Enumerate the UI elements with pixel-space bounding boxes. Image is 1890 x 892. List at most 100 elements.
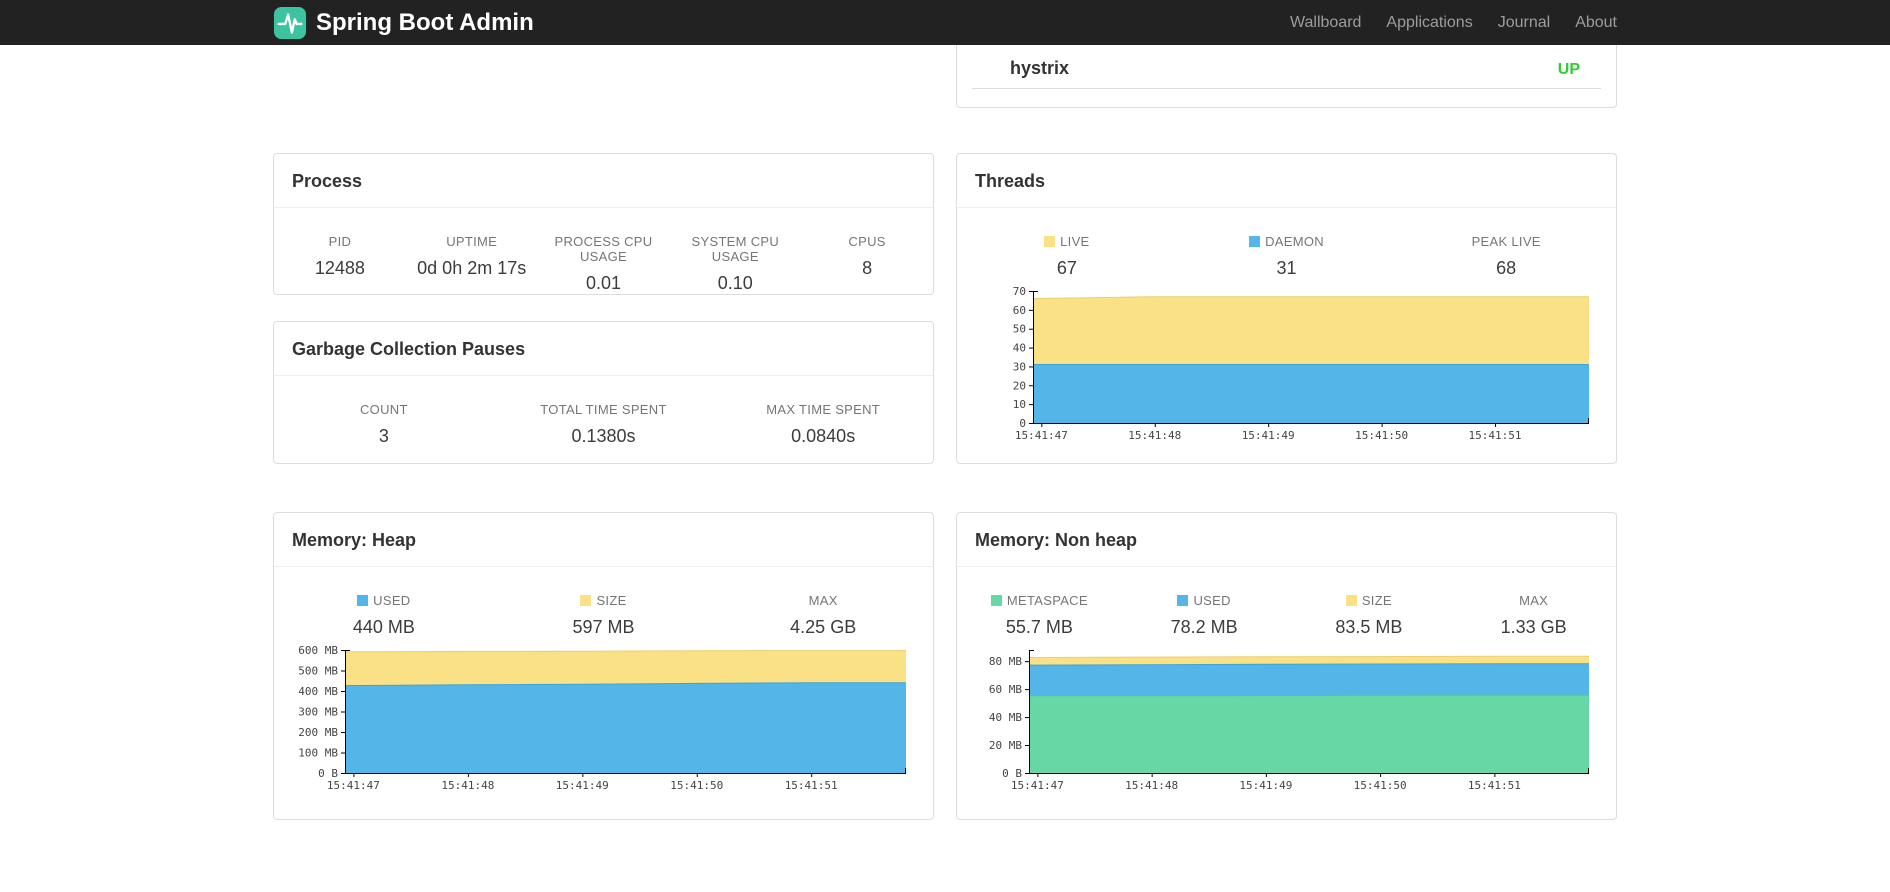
heap-legend: USED 440 MB SIZE 597 MB MAX 4.25 GB <box>274 567 933 638</box>
threads-chart: 0 10 20 30 40 50 60 70 15:41:47 15:41:48 15:41:49 1… <box>971 285 1602 445</box>
navbar: Spring Boot Admin Wallboard Applications… <box>0 0 1890 45</box>
stat-label: PROCESS CPU USAGE <box>554 234 653 264</box>
stat-value: 12488 <box>314 258 365 278</box>
legend-max: MAX 4.25 GB <box>713 593 933 638</box>
legend-text: SIZE <box>596 593 627 608</box>
legend-text: METASPACE <box>1006 593 1088 608</box>
svg-text:15:41:48: 15:41:48 <box>1125 779 1178 792</box>
legend-value: 1.33 GB <box>1500 617 1567 637</box>
stat-label: MAX TIME SPENT <box>766 402 881 417</box>
stat-pid: PID 12488 <box>274 234 406 294</box>
process-panel: Process PID 12488 UPTIME 0d 0h 2m 17s PR… <box>273 153 934 295</box>
stat-label: PID <box>328 234 352 249</box>
process-stats: PID 12488 UPTIME 0d 0h 2m 17s PROCESS CP… <box>274 208 933 294</box>
legend-size: SIZE 83.5 MB <box>1287 593 1452 638</box>
memory-nonheap-panel: Memory: Non heap METASPACE 55.7 MB USED … <box>956 512 1617 820</box>
nav-item-wallboard[interactable]: Wallboard <box>1290 14 1361 32</box>
stat-value: 0.1380s <box>571 426 636 446</box>
svg-text:20: 20 <box>1013 379 1026 392</box>
svg-text:50: 50 <box>1013 323 1026 336</box>
legend-text: USED <box>373 593 411 608</box>
stat-label: SYSTEM CPU USAGE <box>691 234 780 264</box>
legend-text: USED <box>1193 593 1231 608</box>
nav-item-applications[interactable]: Applications <box>1386 14 1472 32</box>
svg-text:15:41:50: 15:41:50 <box>670 779 723 792</box>
metaspace-swatch-icon <box>990 595 1002 606</box>
health-app-name: hystrix <box>1010 58 1070 78</box>
svg-text:500 MB: 500 MB <box>298 665 338 678</box>
svg-text:60: 60 <box>1013 304 1026 317</box>
stat-cpus: CPUS 8 <box>801 234 933 294</box>
legend-label: MAX <box>713 593 933 608</box>
memory-nonheap-chart: 0 B 20 MB 40 MB 60 MB 80 MB 15:41:47 15:41:48 1… <box>971 644 1602 795</box>
svg-text:15:41:47: 15:41:47 <box>1011 779 1064 792</box>
main-content: hystrix UP Process PID 12488 UPTIME 0d 0… <box>273 45 1617 820</box>
process-panel-title: Process <box>274 154 933 208</box>
svg-text:15:41:47: 15:41:47 <box>327 779 380 792</box>
legend-label: SIZE <box>1287 593 1452 608</box>
svg-text:15:41:51: 15:41:51 <box>785 779 838 792</box>
legend-label: SIZE <box>494 593 714 608</box>
svg-text:300 MB: 300 MB <box>298 706 338 719</box>
stat-label: UPTIME <box>446 234 498 249</box>
svg-text:15:41:50: 15:41:50 <box>1354 779 1407 792</box>
legend-label: MAX <box>1451 593 1616 608</box>
stat-value: 0.0840s <box>791 426 856 446</box>
stat-gc-count: COUNT 3 <box>274 402 494 447</box>
threads-panel-title: Threads <box>957 154 1616 208</box>
health-panel: hystrix UP <box>956 45 1617 108</box>
legend-value: 67 <box>1056 258 1077 278</box>
legend-used: USED 78.2 MB <box>1122 593 1287 638</box>
threads-panel: Threads LIVE 67 DAEMON 31 PEAK LIVE 68 0… <box>956 153 1617 464</box>
stat-label: CPUS <box>848 234 886 249</box>
legend-text: DAEMON <box>1265 234 1324 249</box>
legend-text: MAX <box>1519 593 1549 608</box>
stat-value: 0d 0h 2m 17s <box>417 258 527 278</box>
stat-value: 8 <box>862 258 873 278</box>
memory-heap-panel: Memory: Heap USED 440 MB SIZE 597 MB MAX… <box>273 512 934 820</box>
nav-links: Wallboard Applications Journal About <box>1265 14 1617 32</box>
stat-process-cpu-usage: PROCESS CPU USAGE 0.01 <box>538 234 670 294</box>
svg-text:15:41:51: 15:41:51 <box>1469 429 1522 442</box>
svg-text:40 MB: 40 MB <box>989 711 1022 724</box>
gc-stats: COUNT 3 TOTAL TIME SPENT 0.1380s MAX TIM… <box>274 376 933 447</box>
svg-text:40: 40 <box>1013 342 1026 355</box>
size-swatch-icon <box>1345 595 1357 606</box>
top-row: hystrix UP <box>273 45 1617 108</box>
nonheap-legend: METASPACE 55.7 MB USED 78.2 MB SIZE 83.5… <box>957 567 1616 638</box>
legend-value: 440 MB <box>352 617 415 637</box>
used-swatch-icon <box>1177 595 1189 606</box>
legend-live: LIVE 67 <box>957 234 1177 279</box>
brand[interactable]: Spring Boot Admin <box>273 6 534 40</box>
svg-text:10: 10 <box>1013 398 1026 411</box>
live-swatch-icon <box>1044 236 1056 247</box>
brand-title: Spring Boot Admin <box>316 8 534 36</box>
legend-label: LIVE <box>957 234 1177 249</box>
nav-item-about[interactable]: About <box>1575 14 1617 32</box>
legend-text: SIZE <box>1361 593 1392 608</box>
legend-daemon: DAEMON 31 <box>1177 234 1397 279</box>
stat-label: COUNT <box>359 402 408 417</box>
legend-max: MAX 1.33 GB <box>1451 593 1616 638</box>
legend-label: PEAK LIVE <box>1396 234 1616 249</box>
legend-value: 4.25 GB <box>790 617 857 637</box>
daemon-swatch-icon <box>1249 236 1261 247</box>
row-memory: Memory: Heap USED 440 MB SIZE 597 MB MAX… <box>273 512 1617 820</box>
nonheap-panel-title: Memory: Non heap <box>957 513 1616 567</box>
svg-text:15:41:49: 15:41:49 <box>1239 779 1292 792</box>
legend-value: 68 <box>1496 258 1517 278</box>
legend-peak-live: PEAK LIVE 68 <box>1396 234 1616 279</box>
svg-text:15:41:49: 15:41:49 <box>556 779 609 792</box>
stat-gc-total-time: TOTAL TIME SPENT 0.1380s <box>494 402 714 447</box>
legend-text: MAX <box>808 593 838 608</box>
svg-text:70: 70 <box>1013 285 1026 298</box>
legend-value: 31 <box>1276 258 1297 278</box>
gc-panel-title: Garbage Collection Pauses <box>274 322 933 376</box>
nav-item-journal[interactable]: Journal <box>1498 14 1550 32</box>
stat-uptime: UPTIME 0d 0h 2m 17s <box>406 234 538 294</box>
svg-text:60 MB: 60 MB <box>989 683 1022 696</box>
used-swatch-icon <box>357 595 369 606</box>
svg-text:80 MB: 80 MB <box>989 655 1022 668</box>
gc-panel: Garbage Collection Pauses COUNT 3 TOTAL … <box>273 321 934 464</box>
svg-text:15:41:49: 15:41:49 <box>1242 429 1295 442</box>
